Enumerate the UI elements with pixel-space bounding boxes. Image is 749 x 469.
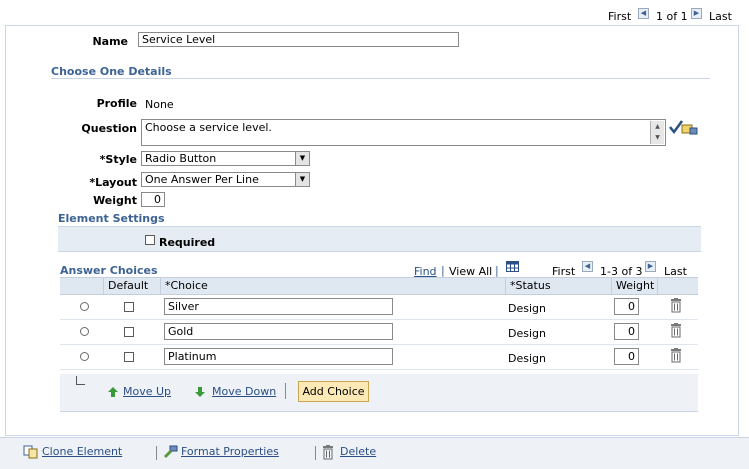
choice-input[interactable]: Gold (164, 323, 393, 340)
default-checkbox[interactable] (124, 302, 134, 312)
pager-range: 1 of 1 (656, 10, 688, 23)
row-weight-input[interactable]: 0 (614, 323, 639, 340)
required-label: Required (159, 236, 216, 249)
format-properties-link[interactable]: Format Properties (181, 445, 279, 458)
layout-select[interactable]: One Answer Per Line ▼ (141, 172, 310, 187)
trash-icon[interactable] (670, 323, 682, 338)
clone-icon (23, 445, 39, 459)
move-up-link[interactable]: Move Up (123, 385, 171, 398)
col-delete (658, 278, 698, 294)
prev-arrow-icon[interactable]: ◀ (582, 261, 593, 272)
col-weight: Weight (612, 278, 658, 294)
section-rule (51, 78, 710, 79)
trash-icon[interactable] (670, 298, 682, 313)
move-down-link[interactable]: Move Down (212, 385, 276, 398)
row-select-radio[interactable] (80, 327, 89, 336)
col-default: Default (104, 278, 161, 294)
profile-label: Profile (96, 97, 137, 110)
chevron-down-icon: ▼ (295, 173, 309, 186)
style-label: *Style (99, 153, 137, 166)
separator (285, 383, 286, 399)
clone-element-link[interactable]: Clone Element (42, 445, 122, 458)
section-title: Choose One Details (51, 65, 172, 78)
profile-value: None (145, 98, 174, 111)
separator (315, 446, 316, 460)
col-status: *Status (506, 278, 612, 294)
corner-connector-icon (76, 376, 85, 385)
element-settings-title: Element Settings (58, 212, 165, 225)
chevron-down-icon: ▼ (295, 152, 309, 165)
choice-input[interactable]: Platinum (164, 348, 393, 365)
style-select-value: Radio Button (145, 152, 217, 165)
question-label: Question (81, 122, 137, 135)
name-input[interactable]: Service Level (138, 32, 459, 47)
status-text: Design (508, 352, 546, 365)
spell-check-icon[interactable] (668, 119, 698, 136)
required-checkbox[interactable] (145, 235, 155, 245)
layout-select-value: One Answer Per Line (145, 173, 259, 186)
row-select-radio[interactable] (80, 352, 89, 361)
choice-input[interactable]: Silver (164, 298, 393, 315)
row-select-radio[interactable] (80, 302, 89, 311)
question-text: Choose a service level. (145, 121, 272, 134)
prev-arrow-icon[interactable]: ◀ (638, 8, 649, 19)
next-arrow-icon[interactable]: ▶ (645, 261, 656, 272)
col-choice: *Choice (161, 278, 506, 294)
trash-icon[interactable] (670, 348, 682, 363)
question-textarea[interactable]: Choose a service level. ▲ ▼ (141, 119, 666, 146)
answer-grid-header: Default *Choice *Status Weight (60, 277, 698, 295)
row-weight-input[interactable]: 0 (614, 298, 639, 315)
delete-link[interactable]: Delete (340, 445, 376, 458)
status-text: Design (508, 327, 546, 340)
default-checkbox[interactable] (124, 352, 134, 362)
scroll-down-icon[interactable]: ▼ (651, 132, 664, 143)
separator: | (441, 264, 445, 277)
next-arrow-icon[interactable]: ▶ (691, 8, 702, 19)
answer-choices-title: Answer Choices (60, 264, 158, 277)
trash-icon (322, 445, 334, 460)
row-weight-input[interactable]: 0 (614, 348, 639, 365)
separator (156, 446, 157, 460)
name-label: Name (92, 35, 128, 48)
pager-last-label: Last (709, 10, 732, 23)
format-brush-icon (162, 445, 178, 459)
arrow-down-icon (194, 386, 206, 398)
grid-download-icon[interactable] (506, 259, 519, 272)
weight-label: Weight (93, 194, 137, 207)
separator: | (495, 264, 499, 277)
add-choice-button[interactable]: Add Choice (298, 381, 369, 402)
layout-label: *Layout (89, 176, 137, 189)
style-select[interactable]: Radio Button ▼ (141, 151, 310, 166)
pager-first-label: First (608, 10, 632, 23)
default-checkbox[interactable] (124, 327, 134, 337)
textarea-scrollbar[interactable]: ▲ ▼ (650, 121, 664, 144)
col-select (60, 278, 104, 294)
arrow-up-icon (107, 386, 119, 398)
status-text: Design (508, 302, 546, 315)
scroll-up-icon[interactable]: ▲ (651, 121, 664, 132)
weight-input[interactable]: 0 (141, 192, 165, 207)
